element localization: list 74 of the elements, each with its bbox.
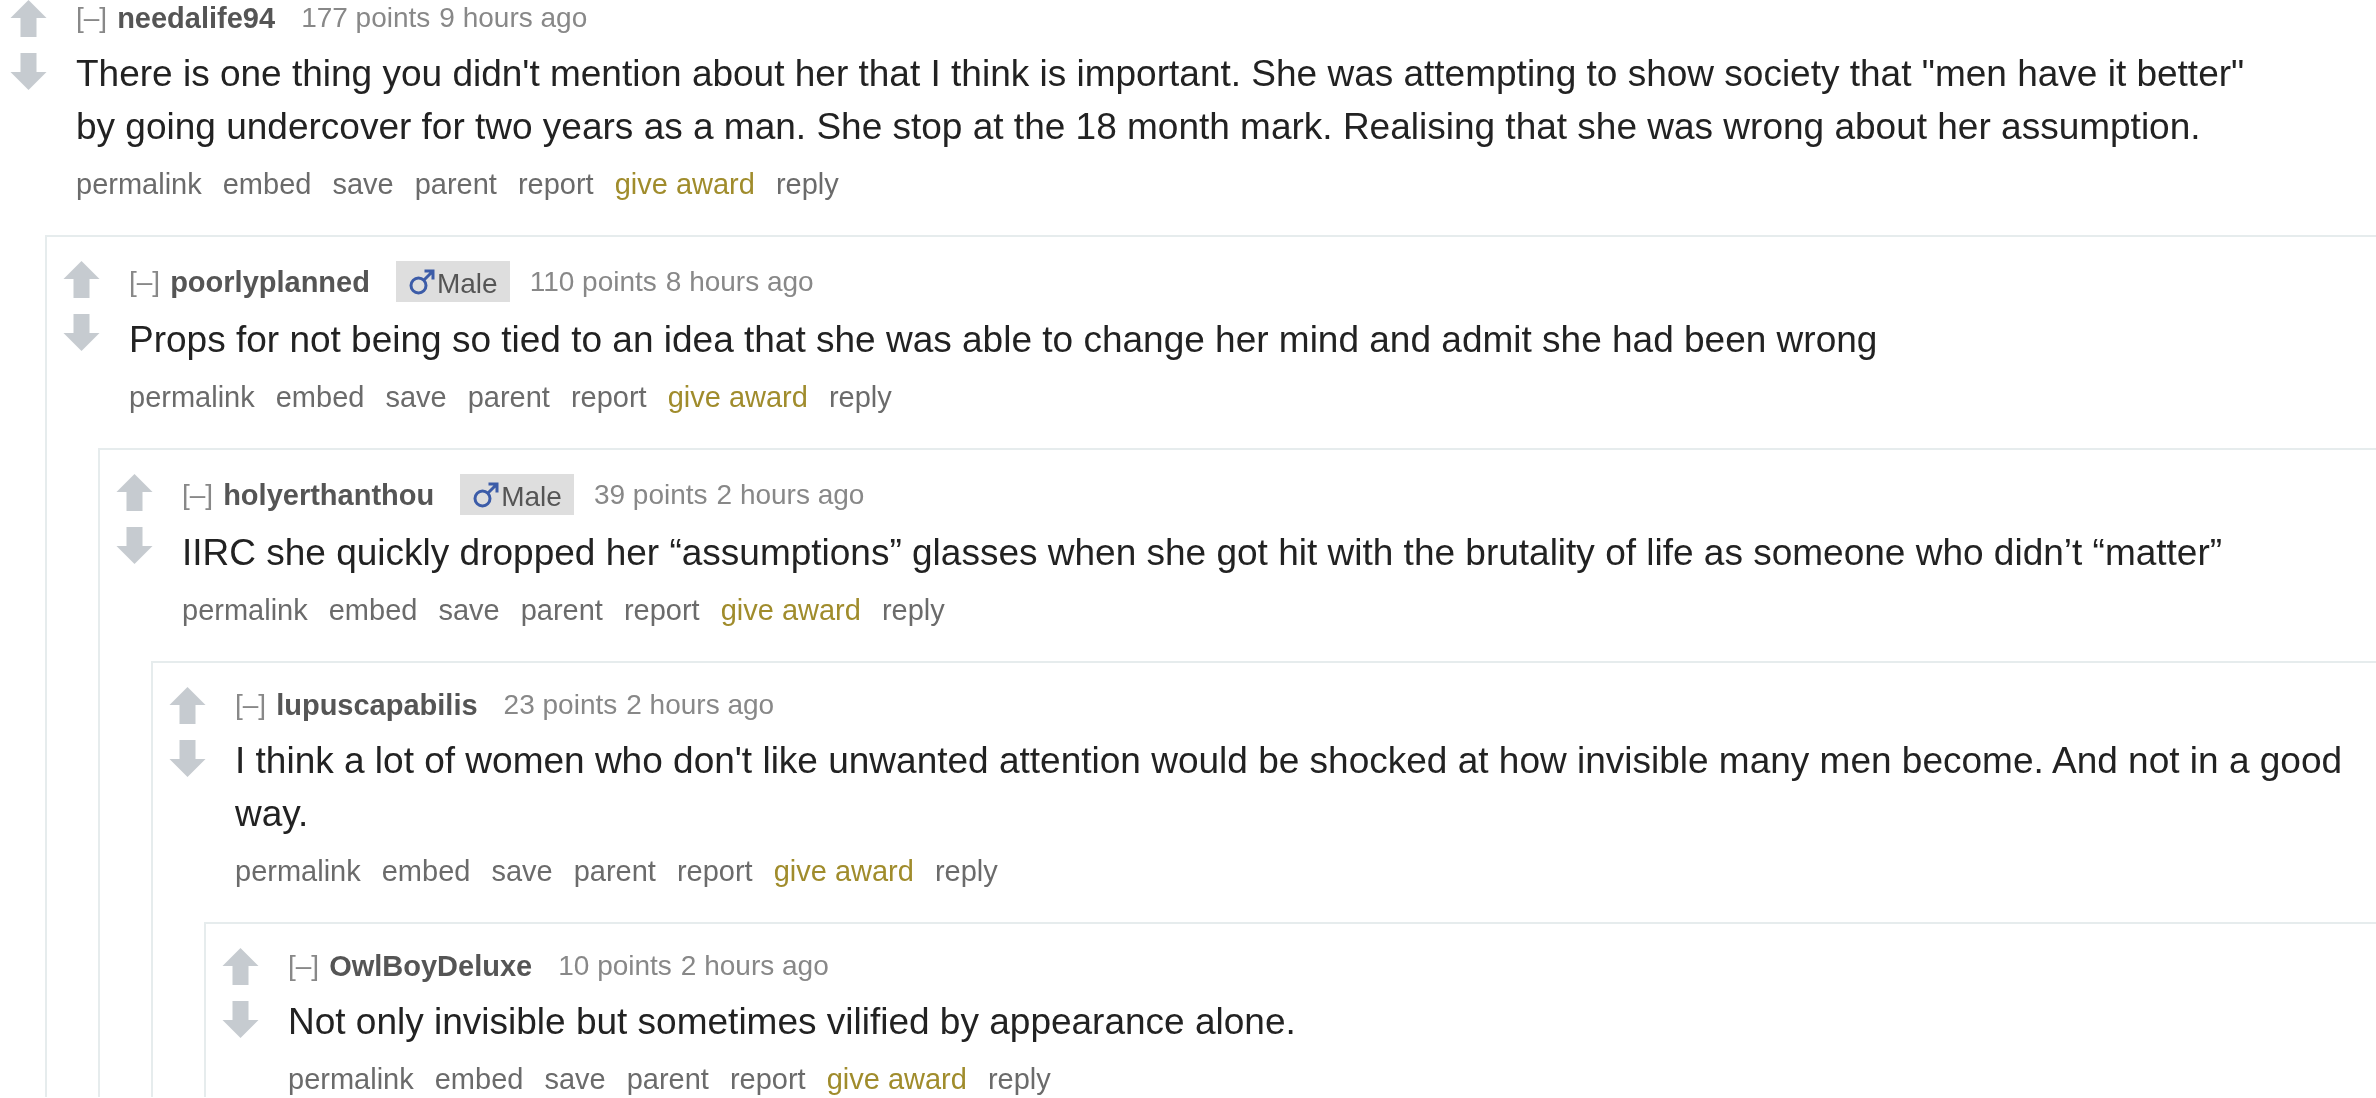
- down-arrow-icon[interactable]: [10, 53, 47, 90]
- male-symbol-icon: [473, 481, 500, 508]
- up-arrow-icon[interactable]: [222, 948, 259, 985]
- male-symbol-icon: [408, 268, 435, 295]
- give-award-link[interactable]: give award: [826, 1061, 967, 1097]
- username-link[interactable]: OwlBoyDeluxe: [329, 948, 533, 984]
- action-link[interactable]: save: [491, 853, 553, 889]
- score-text: 110 points: [529, 264, 657, 299]
- score-text: 23 points: [503, 688, 618, 722]
- action-link[interactable]: report: [676, 853, 753, 889]
- give-award-link[interactable]: give award: [667, 379, 808, 415]
- score-text: 39 points: [593, 477, 708, 512]
- action-link[interactable]: parent: [414, 166, 497, 202]
- action-link[interactable]: save: [438, 592, 500, 628]
- up-arrow-icon[interactable]: [116, 474, 153, 511]
- action-link[interactable]: permalink: [288, 1061, 414, 1097]
- down-arrow-icon[interactable]: [169, 740, 206, 777]
- action-link[interactable]: parent: [573, 853, 656, 889]
- flair-label: Male: [501, 479, 562, 514]
- action-link[interactable]: report: [623, 592, 700, 628]
- score-text: 10 points: [558, 949, 672, 983]
- timestamp: 2 hours ago: [626, 688, 775, 722]
- flair-label: Male: [436, 266, 498, 301]
- action-link[interactable]: save: [385, 379, 447, 415]
- action-link[interactable]: embed: [275, 379, 365, 415]
- action-link[interactable]: report: [570, 379, 647, 415]
- username-link[interactable]: holyerthanthou: [223, 476, 435, 513]
- action-link[interactable]: parent: [467, 379, 550, 415]
- action-link[interactable]: save: [544, 1061, 606, 1097]
- collapse-toggle[interactable]: [–]: [129, 263, 161, 300]
- timestamp: 9 hours ago: [439, 1, 588, 35]
- action-link[interactable]: reply: [881, 592, 945, 628]
- action-link[interactable]: embed: [381, 853, 471, 889]
- action-link[interactable]: reply: [987, 1061, 1051, 1097]
- timestamp: 2 hours ago: [680, 949, 829, 983]
- score-text: 177 points: [301, 1, 431, 35]
- action-link[interactable]: parent: [626, 1061, 709, 1097]
- action-link[interactable]: embed: [434, 1061, 524, 1097]
- action-link[interactable]: permalink: [129, 379, 255, 415]
- action-link[interactable]: report: [729, 1061, 806, 1097]
- up-arrow-icon[interactable]: [169, 687, 206, 724]
- collapse-toggle[interactable]: [–]: [288, 948, 320, 984]
- collapse-toggle[interactable]: [–]: [235, 687, 267, 723]
- collapse-toggle[interactable]: [–]: [182, 476, 214, 513]
- down-arrow-icon[interactable]: [63, 314, 100, 351]
- username-link[interactable]: needalife94: [117, 0, 276, 36]
- action-link[interactable]: embed: [222, 166, 312, 202]
- down-arrow-icon[interactable]: [222, 1001, 259, 1038]
- comment-text: IIRC she quickly dropped her “assumptions” glasses when she got hit with the brutality of life as someone who didn’t “matter”: [182, 531, 2224, 575]
- down-arrow-icon[interactable]: [116, 527, 153, 564]
- action-link[interactable]: reply: [828, 379, 892, 415]
- username-link[interactable]: poorlyplanned: [170, 263, 370, 300]
- action-link[interactable]: save: [332, 166, 394, 202]
- action-link[interactable]: reply: [934, 853, 998, 889]
- comment-text: There is one thing you didn't mention about her that I think is important. She was attempting to show society that "men have it better" by going undercover for two years as a man. She stop at the 18 month mark. Realising that she was wrong about her assumption.: [76, 52, 2246, 149]
- action-link[interactable]: permalink: [76, 166, 202, 202]
- action-link[interactable]: permalink: [235, 853, 361, 889]
- comment-text: Props for not being so tied to an idea that she was able to change her mind and admit she had been wrong: [129, 318, 1879, 362]
- action-link[interactable]: reply: [775, 166, 839, 202]
- up-arrow-icon[interactable]: [63, 261, 100, 298]
- username-link[interactable]: lupuscapabilis: [276, 687, 478, 723]
- action-link[interactable]: report: [517, 166, 594, 202]
- action-link[interactable]: embed: [328, 592, 418, 628]
- give-award-link[interactable]: give award: [773, 853, 914, 889]
- timestamp: 2 hours ago: [716, 477, 865, 512]
- up-arrow-icon[interactable]: [10, 0, 47, 37]
- comment-text: I think a lot of women who don't like unwanted attention would be shocked at how invisible many men become. And not in a good way.: [235, 739, 2344, 836]
- timestamp: 8 hours ago: [665, 264, 814, 299]
- give-award-link[interactable]: give award: [720, 592, 861, 628]
- collapse-toggle[interactable]: [–]: [76, 0, 108, 36]
- action-link[interactable]: parent: [520, 592, 603, 628]
- give-award-link[interactable]: give award: [614, 166, 755, 202]
- action-link[interactable]: permalink: [182, 592, 308, 628]
- comment-text: Not only invisible but sometimes vilified by appearance alone.: [288, 1000, 1297, 1044]
